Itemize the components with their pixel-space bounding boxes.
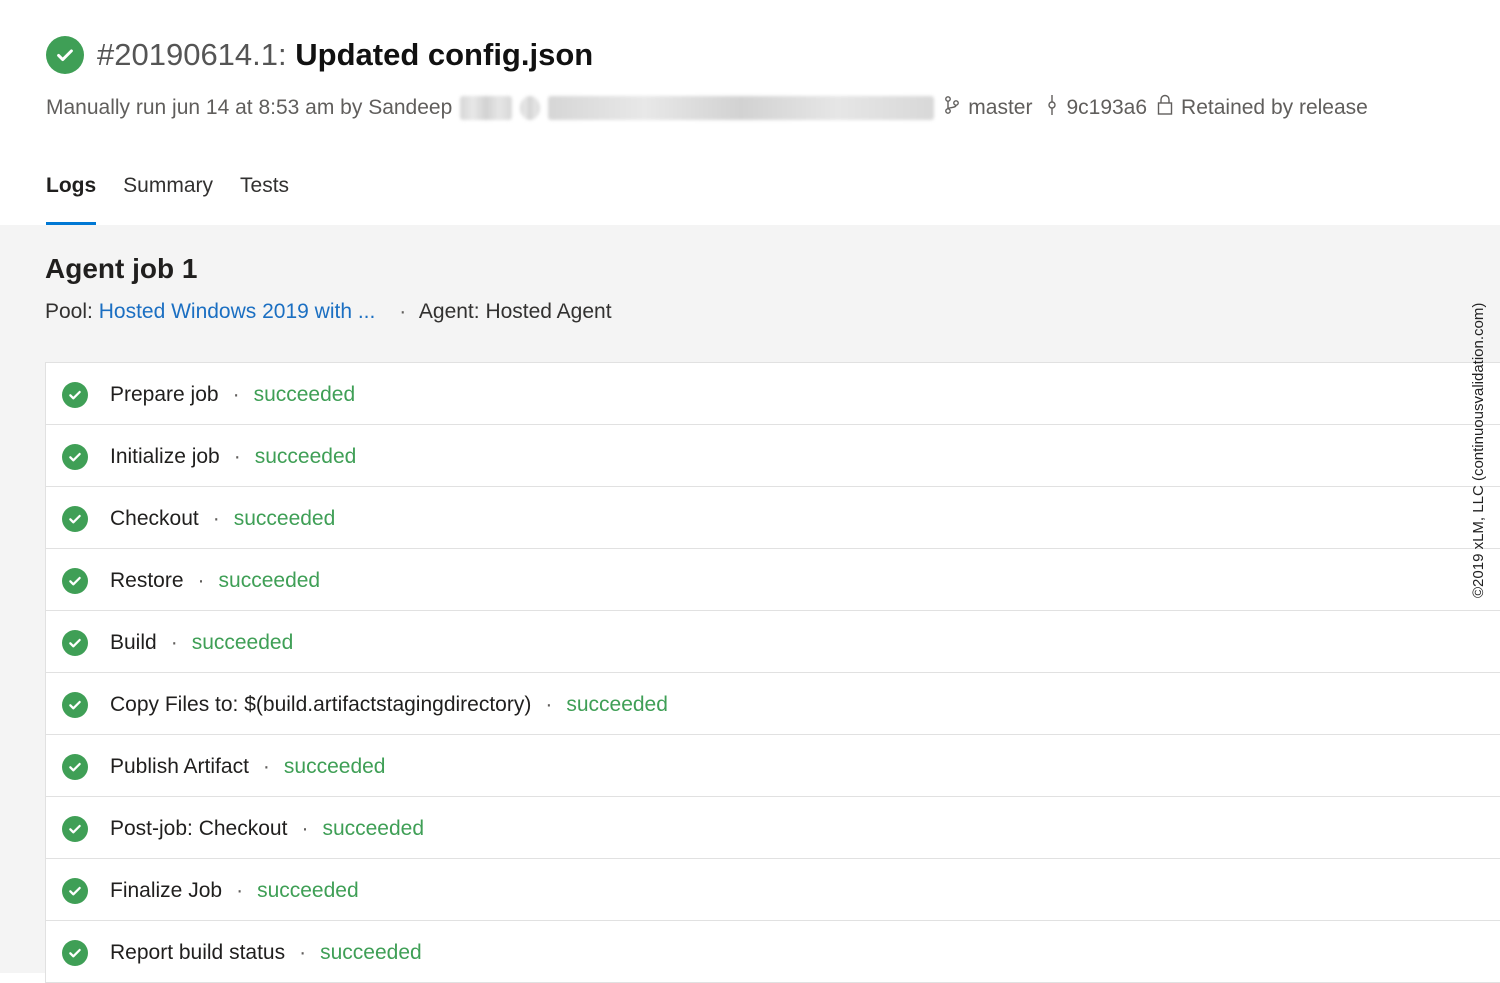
commit-icon <box>1046 94 1058 122</box>
logs-panel: Agent job 1 Pool: Hosted Windows 2019 wi… <box>0 225 1500 983</box>
step-name: Publish Artifact <box>110 755 249 778</box>
lock-icon <box>1157 94 1173 122</box>
commit-id[interactable]: 9c193a6 <box>1066 96 1147 120</box>
step-text: Report build status · succeeded <box>110 941 422 965</box>
step-name: Checkout <box>110 507 199 530</box>
log-step-row[interactable]: Checkout · succeeded <box>46 487 1500 549</box>
separator-dot: · <box>299 941 307 964</box>
tab-tests[interactable]: Tests <box>240 174 289 225</box>
step-name: Prepare job <box>110 383 219 406</box>
step-text: Finalize Job · succeeded <box>110 879 359 903</box>
separator-dot: · <box>197 569 205 592</box>
step-status: succeeded <box>257 879 359 902</box>
separator-dot: · <box>399 300 407 323</box>
check-circle-icon <box>62 630 88 656</box>
check-circle-icon <box>62 382 88 408</box>
copyright-watermark: ©2019 xLM, LLC (continuousvalidation.com… <box>1470 302 1487 598</box>
branch-name[interactable]: master <box>968 96 1032 120</box>
step-name: Post-job: Checkout <box>110 817 288 840</box>
trigger-text: Manually run jun 14 at 8:53 am by Sandee… <box>46 96 453 119</box>
agent-text: Agent: Hosted Agent <box>418 300 612 323</box>
log-step-row[interactable]: Finalize Job · succeeded <box>46 859 1500 921</box>
step-status: succeeded <box>566 693 668 716</box>
step-name: Report build status <box>110 941 286 964</box>
step-text: Copy Files to: $(build.artifactstagingdi… <box>110 693 668 717</box>
step-status: succeeded <box>254 445 357 468</box>
separator-dot: · <box>233 445 241 468</box>
separator-dot: · <box>545 693 553 716</box>
job-title: Agent job 1 <box>45 253 198 284</box>
step-status: succeeded <box>191 631 294 654</box>
check-circle-icon <box>62 692 88 718</box>
run-meta: Manually run jun 14 at 8:53 am by Sandee… <box>46 94 1368 122</box>
redacted-icon <box>520 96 541 120</box>
check-circle-icon <box>62 878 88 904</box>
branch-icon <box>944 95 960 121</box>
step-text: Build · succeeded <box>110 631 293 655</box>
separator-dot: · <box>232 383 240 406</box>
log-step-row[interactable]: Prepare job · succeeded <box>46 363 1500 425</box>
step-name: Initialize job <box>110 445 220 468</box>
separator-dot: · <box>212 507 220 530</box>
step-status: succeeded <box>320 941 422 964</box>
step-status: succeeded <box>322 817 425 840</box>
step-text: Post-job: Checkout · succeeded <box>110 817 424 841</box>
step-name: Copy Files to: $(build.artifactstagingdi… <box>110 693 532 716</box>
log-step-row[interactable]: Copy Files to: $(build.artifactstagingdi… <box>46 673 1500 735</box>
step-text: Prepare job · succeeded <box>110 383 355 407</box>
log-step-row[interactable]: Build · succeeded <box>46 611 1500 673</box>
run-header: #20190614.1: Updated config.json Manuall… <box>0 0 1500 225</box>
run-number: #20190614.1: <box>97 37 287 72</box>
log-step-row[interactable]: Restore · succeeded <box>46 549 1500 611</box>
step-text: Checkout · succeeded <box>110 507 335 531</box>
check-circle-icon <box>62 816 88 842</box>
step-text: Publish Artifact · succeeded <box>110 755 385 779</box>
separator-dot: · <box>236 879 244 902</box>
tab-summary[interactable]: Summary <box>123 174 213 225</box>
retention-text: Retained by release <box>1181 96 1368 119</box>
check-circle-icon <box>62 568 88 594</box>
steps-list: Prepare job · succeeded Initialize job · succ… <box>45 362 1500 983</box>
step-status: succeeded <box>253 383 356 406</box>
log-step-row[interactable]: Post-job: Checkout · succeeded <box>46 797 1500 859</box>
step-status: succeeded <box>233 507 336 530</box>
step-name: Finalize Job <box>110 879 223 902</box>
log-step-row[interactable]: Initialize job · succeeded <box>46 425 1500 487</box>
log-step-row[interactable]: Publish Artifact · succeeded <box>46 735 1500 797</box>
log-step-row[interactable]: Report build status · succeeded <box>46 921 1500 983</box>
check-circle-icon <box>62 506 88 532</box>
step-status: succeeded <box>283 755 386 778</box>
check-circle-icon <box>62 444 88 470</box>
separator-dot: · <box>170 631 178 654</box>
step-text: Restore · succeeded <box>110 569 320 593</box>
run-title: #20190614.1: Updated config.json <box>97 37 593 73</box>
pool-link[interactable]: Hosted Windows 2019 with ... <box>99 300 376 323</box>
pool-label: Pool: <box>45 300 93 323</box>
run-tabs: Logs Summary Tests <box>46 174 316 225</box>
check-circle-icon <box>62 754 88 780</box>
check-circle-icon <box>62 940 88 966</box>
step-status: succeeded <box>218 569 321 592</box>
run-title-row: #20190614.1: Updated config.json <box>46 36 593 74</box>
redacted-name <box>460 96 513 120</box>
run-name: Updated config.json <box>295 37 594 72</box>
step-name: Build <box>110 631 157 654</box>
redacted-id <box>548 96 935 120</box>
separator-dot: · <box>262 755 270 778</box>
success-check-icon <box>46 36 84 74</box>
tab-logs[interactable]: Logs <box>46 174 97 225</box>
separator-dot: · <box>301 817 309 840</box>
step-text: Initialize job · succeeded <box>110 445 356 469</box>
step-name: Restore <box>110 569 184 592</box>
job-pool-row: Pool: Hosted Windows 2019 with ... · Age… <box>45 300 612 324</box>
